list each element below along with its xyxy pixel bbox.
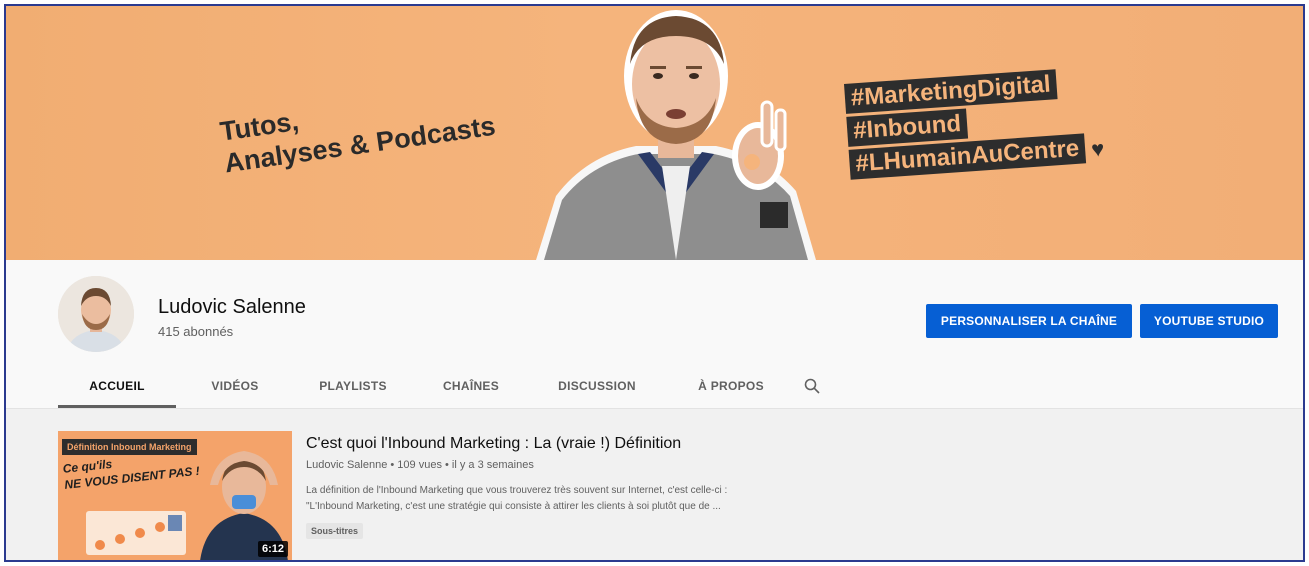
description-line: "L'Inbound Marketing, c'est une stratégi… [306, 501, 721, 512]
featured-video-description: La définition de l'Inbound Marketing que… [306, 483, 846, 515]
tab-a-propos[interactable]: À PROPOS [664, 364, 798, 408]
channel-name[interactable]: Ludovic Salenne [158, 296, 306, 319]
tab-discussion[interactable]: DISCUSSION [530, 364, 664, 408]
tab-playlists[interactable]: PLAYLISTS [294, 364, 412, 408]
channel-banner: Tutos, Analyses & Podcasts #MarketingDig… [6, 6, 1303, 260]
banner-hashtags: #MarketingDigital #Inbound #LHumainAuCen… [844, 66, 1105, 183]
thumbnail-chart-graphic [86, 511, 186, 555]
channel-home-content: Définition Inbound Marketing Ce qu'ils N… [6, 408, 1303, 560]
heart-icon: ♥ [1090, 135, 1106, 162]
featured-video-meta: Ludovic Salenne • 109 vues • il y a 3 se… [306, 459, 534, 471]
video-duration: 6:12 [257, 541, 288, 557]
channel-avatar[interactable] [58, 276, 134, 352]
tab-chaines[interactable]: CHAÎNES [412, 364, 530, 408]
featured-video-title[interactable]: C'est quoi l'Inbound Marketing : La (vra… [306, 435, 681, 453]
channel-header: Ludovic Salenne 415 abonnés PERSONNALISE… [6, 260, 1303, 408]
avatar-image [58, 276, 134, 352]
tab-accueil[interactable]: ACCUEIL [58, 364, 176, 408]
channel-tabs: ACCUEIL VIDÉOS PLAYLISTS CHAÎNES DISCUSS… [58, 364, 826, 408]
subtitles-badge: Sous-titres [306, 523, 364, 539]
screenshot-frame: Tutos, Analyses & Podcasts #MarketingDig… [4, 4, 1305, 562]
subscriber-count: 415 abonnés [158, 324, 234, 339]
hashtag: #MarketingDigital [844, 69, 1058, 114]
hashtag: #Inbound [846, 108, 969, 147]
featured-video-thumbnail[interactable]: Définition Inbound Marketing Ce qu'ils N… [58, 431, 292, 560]
search-icon[interactable] [798, 364, 826, 408]
description-line: La définition de l'Inbound Marketing que… [306, 485, 728, 496]
youtube-studio-button[interactable]: YOUTUBE STUDIO [1140, 304, 1278, 338]
tab-videos[interactable]: VIDÉOS [176, 364, 294, 408]
banner-person-illustration [536, 10, 816, 260]
banner-tagline: Tutos, Analyses & Podcasts [218, 78, 497, 179]
customize-channel-button[interactable]: PERSONNALISER LA CHAÎNE [926, 304, 1132, 338]
